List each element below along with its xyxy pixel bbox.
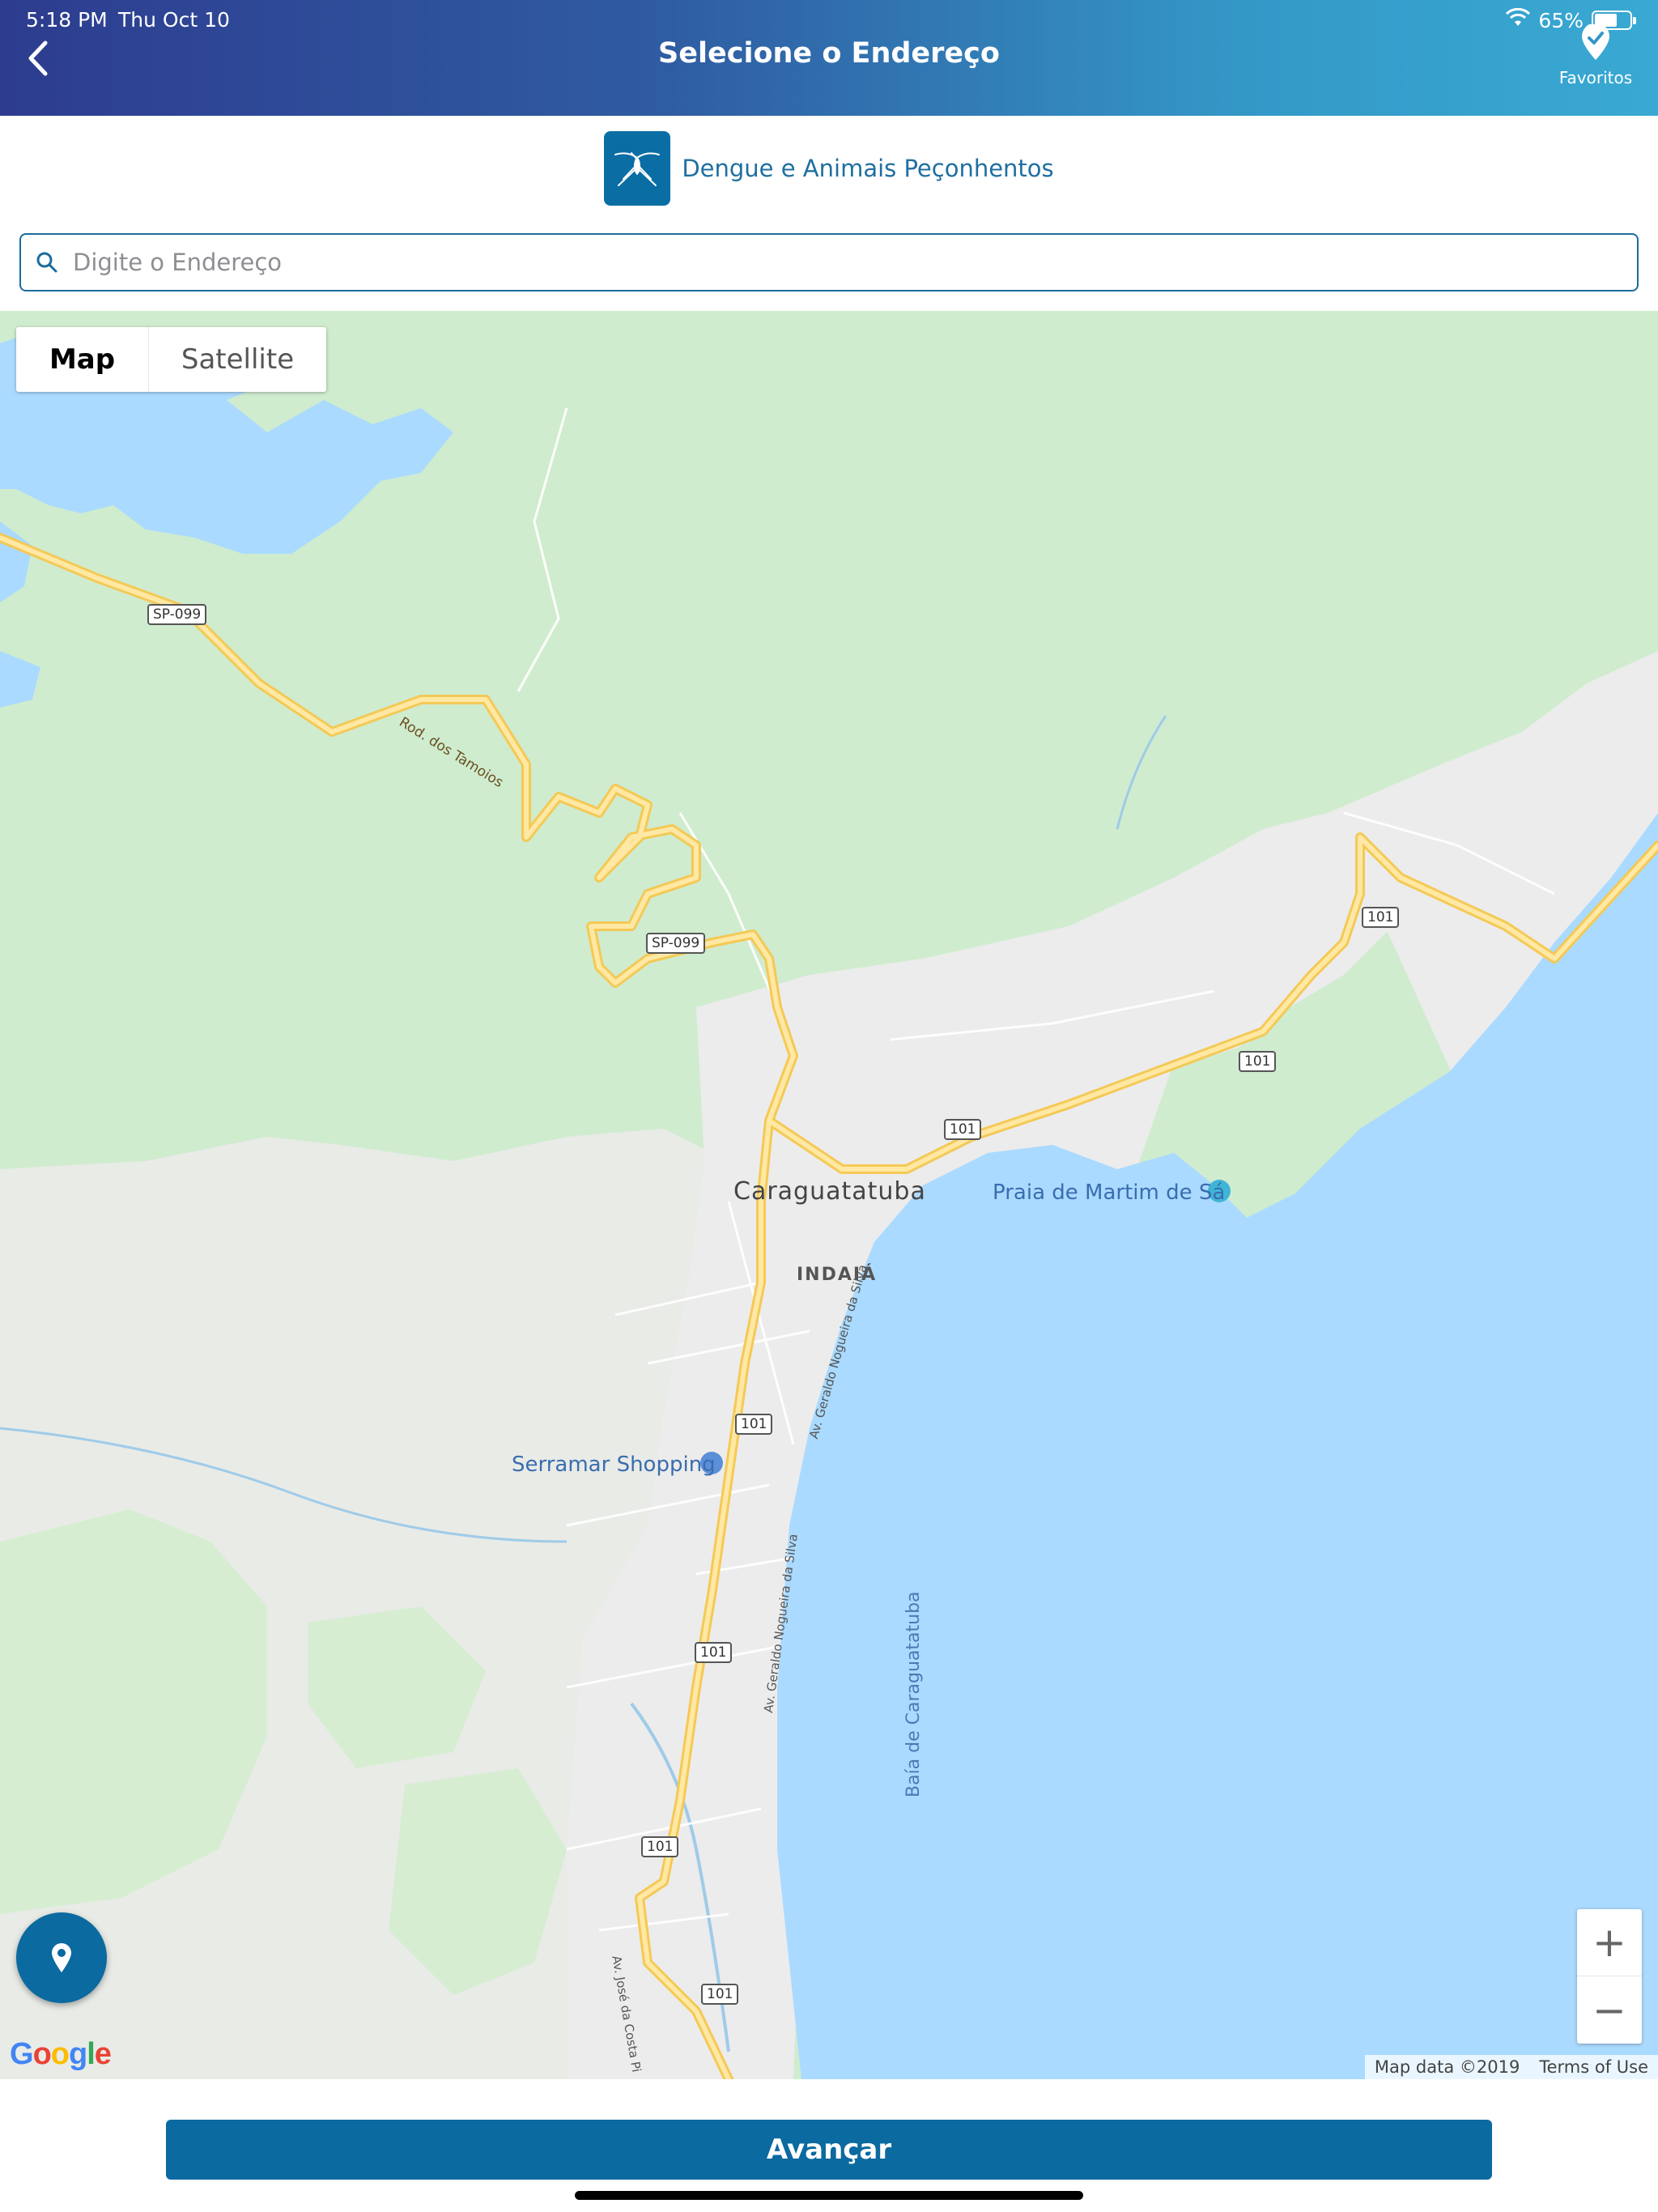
map-type-map-button[interactable]: Map (16, 327, 148, 392)
status-time: 5:18 PM (26, 8, 108, 32)
module-banner: Dengue e Animais Peçonhentos (0, 131, 1658, 206)
address-search-input[interactable] (73, 249, 1611, 276)
zoom-control: + − (1577, 1909, 1642, 2044)
heart-pin-icon (1582, 23, 1609, 60)
road-shield: SP-099 (147, 604, 207, 625)
page-title: Selecione o Endereço (658, 37, 1000, 70)
zoom-out-button[interactable]: − (1577, 1976, 1642, 2044)
favorites-label: Favoritos (1558, 68, 1633, 87)
zoom-in-button[interactable]: + (1577, 1909, 1642, 1976)
search-icon (36, 252, 57, 273)
map-view[interactable]: Map Satellite SP-099 SP-099 101 101 101 … (0, 311, 1658, 2079)
location-pin-icon (52, 1943, 71, 1972)
my-location-button[interactable] (16, 1912, 107, 2003)
module-name: Dengue e Animais Peçonhentos (682, 155, 1054, 182)
road-shield: 101 (944, 1119, 982, 1140)
wifi-icon (1506, 7, 1531, 32)
map-type-control: Map Satellite (16, 327, 326, 392)
road-shield: 101 (1239, 1051, 1277, 1072)
map-data-text: Map data ©2019 (1374, 2057, 1520, 2077)
map-attribution: Map data ©2019 Terms of Use (1364, 2055, 1658, 2079)
next-button[interactable]: Avançar (166, 2120, 1492, 2180)
address-search-field[interactable] (19, 233, 1639, 291)
home-indicator[interactable] (575, 2191, 1083, 2200)
label-bay: Baía de Caraguatatuba (903, 1591, 924, 1797)
google-logo: Google (10, 2037, 112, 2071)
status-date: Thu Oct 10 (118, 8, 230, 32)
road-shield: 101 (735, 1414, 773, 1435)
road-shield: 101 (701, 1984, 739, 2005)
mosquito-icon (604, 131, 671, 206)
label-city: Caraguatatuba (733, 1177, 926, 1206)
road-shield: 101 (641, 1836, 679, 1857)
favorites-button[interactable]: Favoritos (1551, 23, 1640, 97)
app-header: 5:18 PM Thu Oct 10 65% Selecione o Ender… (0, 0, 1658, 116)
label-beach: Praia de Martim de Sá (993, 1180, 1226, 1205)
road-shield: SP-099 (646, 933, 706, 954)
road-shield: 101 (1362, 907, 1400, 928)
label-mall: Serramar Shopping (512, 1453, 716, 1477)
terms-of-use-link[interactable]: Terms of Use (1529, 2057, 1658, 2077)
road-shield: 101 (695, 1642, 733, 1663)
map-type-satellite-button[interactable]: Satellite (148, 327, 326, 392)
